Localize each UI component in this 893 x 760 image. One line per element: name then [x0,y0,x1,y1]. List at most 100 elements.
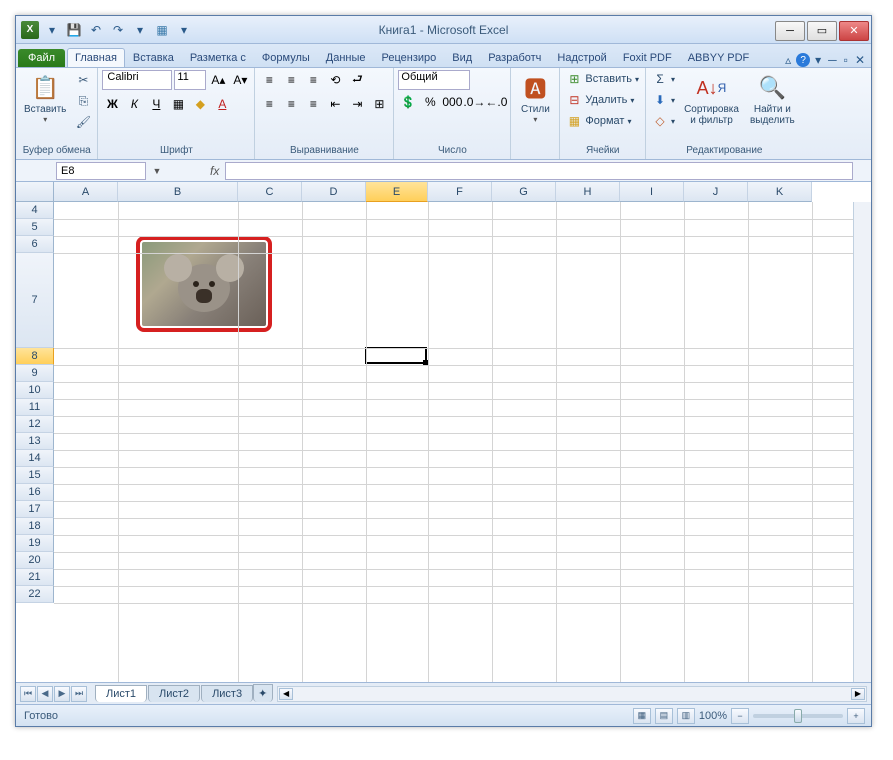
sheet-tab-1[interactable]: Лист2 [148,685,200,702]
qat-table-icon[interactable]: ▦ [152,20,172,40]
ribbon-tab-4[interactable]: Данные [318,48,374,67]
col-header-I[interactable]: I [620,182,684,202]
col-header-E[interactable]: E [366,182,428,202]
row-header-14[interactable]: 14 [16,450,54,467]
ribbon-tab-6[interactable]: Вид [444,48,480,67]
align-bottom-icon[interactable]: ≡ [303,70,323,90]
save-icon[interactable]: 💾 [64,20,84,40]
sort-filter-button[interactable]: A↓Я Сортировка и фильтр [680,70,743,128]
decrease-decimal-icon[interactable]: ←.0 [486,92,506,112]
vertical-scrollbar[interactable] [853,202,871,682]
zoom-level[interactable]: 100% [699,710,727,722]
undo-icon[interactable]: ↶ [86,20,106,40]
scroll-left-icon[interactable]: ◀ [279,688,293,700]
col-header-F[interactable]: F [428,182,492,202]
embedded-image-highlight[interactable] [136,236,272,332]
format-cells-button[interactable]: ▦Формат▾ [564,112,641,130]
font-size-select[interactable]: 11 [174,70,206,90]
maximize-button[interactable]: ▭ [807,21,837,41]
next-sheet-icon[interactable]: ▶ [54,686,70,702]
border-icon[interactable]: ▦ [168,94,188,114]
minimize-button[interactable]: ─ [775,21,805,41]
bold-button[interactable]: Ж [102,94,122,114]
row-header-11[interactable]: 11 [16,399,54,416]
align-top-icon[interactable]: ≡ [259,70,279,90]
cut-icon[interactable]: ✂ [73,70,93,90]
doc-minimize-icon[interactable]: ─ [826,53,839,67]
row-header-7[interactable]: 7 [16,253,54,348]
ribbon-tab-9[interactable]: Foxit PDF [615,48,680,67]
qat-more-icon[interactable]: ▾ [130,20,150,40]
align-center-icon[interactable]: ≡ [281,94,301,114]
col-header-A[interactable]: A [54,182,118,202]
qat-customize-icon[interactable]: ▾ [174,20,194,40]
zoom-out-button[interactable]: − [731,708,749,724]
zoom-in-button[interactable]: + [847,708,865,724]
row-header-6[interactable]: 6 [16,236,54,253]
comma-icon[interactable]: 000 [442,92,462,112]
zoom-slider[interactable] [753,714,843,718]
decrease-indent-icon[interactable]: ⇤ [325,94,345,114]
increase-indent-icon[interactable]: ⇥ [347,94,367,114]
col-header-B[interactable]: B [118,182,238,202]
format-painter-icon[interactable]: 🖌 [73,112,93,132]
horizontal-scrollbar[interactable]: ◀ ▶ [277,686,867,702]
currency-icon[interactable]: 💲 [398,92,418,112]
row-header-12[interactable]: 12 [16,416,54,433]
fx-button[interactable]: fx [204,164,225,178]
row-header-21[interactable]: 21 [16,569,54,586]
row-header-17[interactable]: 17 [16,501,54,518]
row-header-9[interactable]: 9 [16,365,54,382]
row-header-20[interactable]: 20 [16,552,54,569]
col-header-J[interactable]: J [684,182,748,202]
sheet-tab-0[interactable]: Лист1 [95,685,147,702]
row-header-15[interactable]: 15 [16,467,54,484]
underline-button[interactable]: Ч [146,94,166,114]
styles-button[interactable]: 🅰 Стили ▾ [515,70,555,126]
col-header-G[interactable]: G [492,182,556,202]
col-header-K[interactable]: K [748,182,812,202]
wrap-text-icon[interactable]: ⮐ [347,70,367,90]
prev-sheet-icon[interactable]: ◀ [37,686,53,702]
fill-color-icon[interactable]: ◆ [190,94,210,114]
decrease-font-icon[interactable]: A▾ [230,70,250,90]
ribbon-tab-8[interactable]: Надстрой [549,48,614,67]
ribbon-tab-5[interactable]: Рецензиро [374,48,445,67]
row-header-10[interactable]: 10 [16,382,54,399]
selected-cell[interactable] [365,347,427,364]
row-header-22[interactable]: 22 [16,586,54,603]
row-header-16[interactable]: 16 [16,484,54,501]
excel-app-icon[interactable]: X [20,20,40,40]
name-box-dropdown-icon[interactable]: ▼ [150,166,164,176]
row-header-4[interactable]: 4 [16,202,54,219]
italic-button[interactable]: К [124,94,144,114]
page-break-view-icon[interactable]: ▥ [677,708,695,724]
name-box[interactable]: E8 [56,162,146,180]
find-select-button[interactable]: 🔍 Найти и выделить [746,70,799,128]
ribbon-tab-1[interactable]: Вставка [125,48,182,67]
align-right-icon[interactable]: ≡ [303,94,323,114]
fill-button[interactable]: ⬇▾ [650,91,677,109]
row-header-8[interactable]: 8 [16,348,54,365]
increase-font-icon[interactable]: A▴ [208,70,228,90]
formula-input[interactable] [225,162,853,180]
number-format-select[interactable]: Общий [398,70,470,90]
file-tab[interactable]: Файл [18,49,65,67]
redo-icon[interactable]: ↷ [108,20,128,40]
orientation-icon[interactable]: ⟲ [325,70,345,90]
delete-cells-button[interactable]: ⊟Удалить▾ [564,91,641,109]
insert-cells-button[interactable]: ⊞Вставить▾ [564,70,641,88]
col-header-C[interactable]: C [238,182,302,202]
percent-icon[interactable]: % [420,92,440,112]
new-sheet-button[interactable]: ✦ [253,684,273,702]
align-left-icon[interactable]: ≡ [259,94,279,114]
last-sheet-icon[interactable]: ⏭ [71,686,87,702]
help-icon[interactable]: ? [796,53,810,67]
doc-restore-icon[interactable]: ▫ [842,53,850,67]
row-header-5[interactable]: 5 [16,219,54,236]
row-header-18[interactable]: 18 [16,518,54,535]
align-middle-icon[interactable]: ≡ [281,70,301,90]
col-header-D[interactable]: D [302,182,366,202]
merge-icon[interactable]: ⊞ [369,94,389,114]
autosum-button[interactable]: Σ▾ [650,70,677,88]
